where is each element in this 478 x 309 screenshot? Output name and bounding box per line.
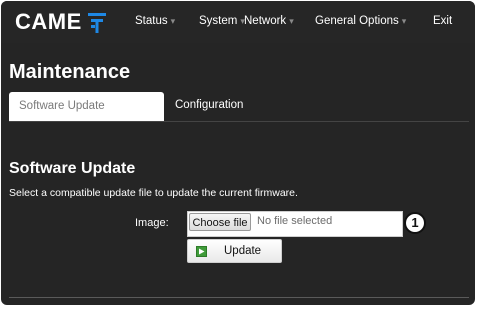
nav-general-options[interactable]: General Options ▾ (315, 15, 406, 27)
callout-marker: 1 (404, 212, 426, 234)
nav-system-label: System (199, 15, 238, 27)
nav-exit-label: Exit (433, 15, 453, 27)
play-green-icon (196, 246, 207, 257)
nav-exit[interactable]: Exit (433, 15, 452, 27)
chevron-down-icon: ▾ (401, 16, 407, 26)
tab-divider (9, 121, 469, 122)
nav-status-label: Status (135, 15, 168, 27)
section-title: Software Update (9, 160, 136, 177)
tab-configuration[interactable]: Configuration (175, 99, 243, 111)
nav-general-options-label: General Options (315, 15, 399, 27)
chevron-down-icon: ▾ (289, 16, 294, 26)
app-window: CAME Status ▾ System ▾ Network ▾ General Op… (1, 1, 475, 305)
logo-text: CAME (15, 9, 82, 34)
update-button-label: Update (224, 245, 262, 257)
nav-status[interactable]: Status ▾ (135, 15, 175, 27)
choose-file-button[interactable]: Choose file (189, 213, 251, 231)
nav-network[interactable]: Network ▾ (244, 15, 294, 27)
page-title: Maintenance (9, 61, 131, 83)
section-description: Select a compatible update file to updat… (9, 187, 298, 199)
image-file-input[interactable]: Choose file No file selected (187, 211, 403, 237)
nav-network-label: Network (244, 15, 287, 27)
nav-system[interactable]: System ▾ (199, 15, 245, 27)
footer-divider (9, 297, 469, 298)
came-antenna-logo-icon (87, 13, 106, 33)
file-status-text: No file selected (257, 215, 333, 227)
brand-logo[interactable]: CAME (15, 9, 106, 35)
image-field-label: Image: (135, 217, 169, 229)
tab-software-update[interactable]: Software Update (9, 92, 164, 121)
top-navigation-bar: CAME Status ▾ System ▾ Network ▾ General Op… (1, 1, 475, 43)
chevron-down-icon: ▾ (170, 16, 176, 26)
update-button[interactable]: Update (187, 239, 282, 263)
